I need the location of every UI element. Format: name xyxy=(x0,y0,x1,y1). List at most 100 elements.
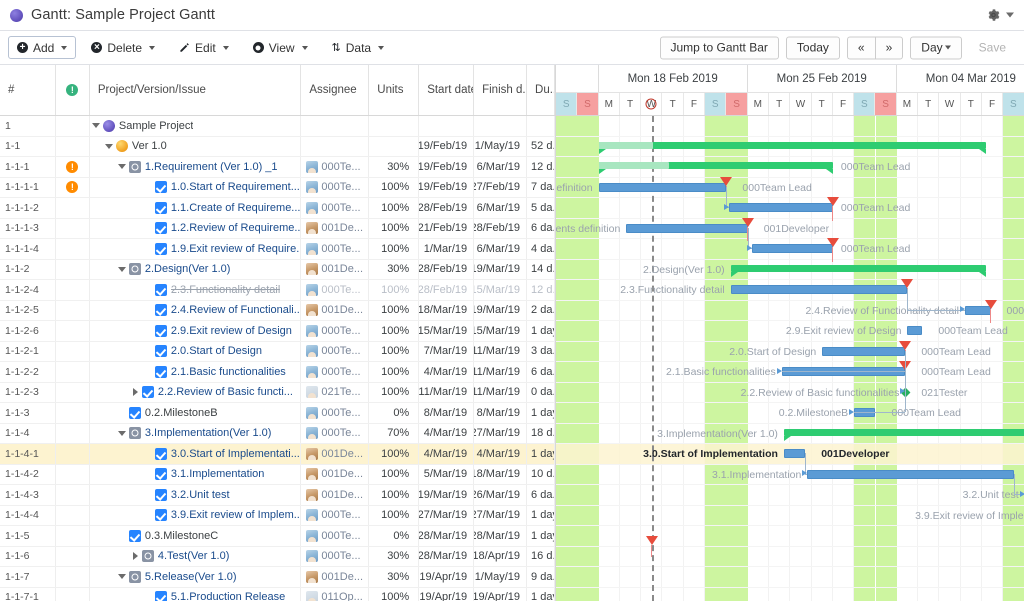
table-row[interactable]: 1-1-1-4 1.9.Exit review of Require... 000T… xyxy=(0,239,555,260)
gantt-row[interactable] xyxy=(556,588,1024,601)
scale-select[interactable]: Day xyxy=(910,36,962,59)
gantt-row[interactable] xyxy=(556,547,1024,567)
row-name-cell[interactable]: 5.1.Production Release xyxy=(90,587,302,601)
gantt-task-bar[interactable] xyxy=(822,346,906,356)
table-row[interactable]: 1-1-7-1 5.1.Production Release 011Op... 100… xyxy=(0,587,555,601)
milestone-marker[interactable] xyxy=(901,279,914,288)
gantt-row[interactable] xyxy=(556,526,1024,547)
row-name-cell[interactable]: 2.4.Review of Functionali... xyxy=(90,300,302,320)
column-header-num[interactable]: # xyxy=(0,65,56,115)
column-header-finish-date[interactable]: Finish d... xyxy=(474,65,528,115)
edit-button[interactable]: Edit xyxy=(170,36,238,59)
view-button[interactable]: View xyxy=(243,36,317,59)
table-row[interactable]: 1-1-2-4 2.3.Functionality detail 000Te... 1… xyxy=(0,280,555,301)
row-name-cell[interactable]: 3.Implementation(Ver 1.0) xyxy=(90,423,302,443)
row-name-cell[interactable]: 2.1.Basic functionalities xyxy=(90,362,302,382)
gantt-task-bar[interactable] xyxy=(730,285,908,294)
table-row[interactable]: 1-1-6 4.Test(Ver 1.0) 000Te... 30% 28/Mar/19… xyxy=(0,546,555,567)
gantt-summary-bar[interactable] xyxy=(598,162,834,174)
milestone-marker[interactable] xyxy=(826,238,839,247)
gantt-summary-bar[interactable] xyxy=(783,428,1024,441)
gantt-summary-bar[interactable] xyxy=(598,141,987,154)
scroll-prev-button[interactable]: « xyxy=(846,36,875,59)
table-row[interactable]: 1-1-4-2 3.1.Implementation 001De... 100% 5/M… xyxy=(0,464,555,485)
row-name-cell[interactable]: 2.3.Functionality detail xyxy=(90,280,302,300)
milestone-marker[interactable] xyxy=(720,176,733,186)
delete-button[interactable]: Delete xyxy=(82,36,165,59)
chevron-down-icon[interactable] xyxy=(1006,12,1014,18)
gantt-task-bar[interactable] xyxy=(751,244,833,253)
row-name-cell[interactable]: 3.9.Exit review of Implem... xyxy=(90,505,302,525)
column-header-units[interactable]: Units xyxy=(369,65,420,115)
table-row[interactable]: 1-1-4-3 3.2.Unit test 001De... 100% 19/Mar/1… xyxy=(0,485,555,506)
gantt-task-bar[interactable] xyxy=(907,326,923,335)
gantt-task-bar[interactable] xyxy=(783,449,806,458)
row-name-cell[interactable]: 0.2.MilestoneB xyxy=(90,403,302,423)
row-name-cell[interactable]: 2.2.Review of Basic functi... xyxy=(90,382,302,402)
gear-icon[interactable] xyxy=(987,9,1000,22)
row-name-cell[interactable]: 2.0.Start of Design xyxy=(90,341,302,361)
table-row[interactable]: 1-1-4-4 3.9.Exit review of Implem... 000Te… xyxy=(0,505,555,526)
gantt-row[interactable] xyxy=(556,485,1024,506)
gantt-row[interactable] xyxy=(556,567,1024,588)
column-header-duration[interactable]: Du... xyxy=(527,65,555,115)
milestone-marker[interactable] xyxy=(826,197,839,206)
collapse-toggle-icon[interactable] xyxy=(118,164,127,170)
table-row[interactable]: 1-1-2-5 2.4.Review of Functionali... 001De… xyxy=(0,300,555,321)
row-name-cell[interactable]: 1.Requirement (Ver 1.0) _1 xyxy=(90,157,302,177)
table-row[interactable]: 1-1-7 5.Release(Ver 1.0) 001De... 30% 19/Apr… xyxy=(0,567,555,588)
expand-toggle-icon[interactable] xyxy=(132,552,138,561)
milestone-marker[interactable] xyxy=(899,340,912,350)
row-name-cell[interactable]: 0.3.MilestoneC xyxy=(90,526,302,546)
collapse-toggle-icon[interactable] xyxy=(118,266,127,272)
collapse-toggle-icon[interactable] xyxy=(118,430,127,436)
collapse-toggle-icon[interactable] xyxy=(105,143,114,149)
row-name-cell[interactable]: Ver 1.0 xyxy=(90,136,302,156)
save-button[interactable]: Save xyxy=(969,36,1016,59)
milestone-marker[interactable] xyxy=(984,299,997,309)
milestone-marker[interactable] xyxy=(645,536,658,545)
table-row[interactable]: 1-1-2-1 2.0.Start of Design 000Te... 100% 7/… xyxy=(0,341,555,362)
gantt-row[interactable] xyxy=(556,116,1024,137)
data-button[interactable]: ⇅ Data xyxy=(322,36,394,59)
row-name-cell[interactable]: 1.1.Create of Requireme... xyxy=(90,198,302,218)
row-name-cell[interactable]: 3.0.Start of Implementati... xyxy=(90,444,302,464)
gantt-chart-body[interactable]: 000Team Lead 1.0.Start of Requirements de… xyxy=(556,116,1024,601)
column-header-name[interactable]: Project/Version/Issue xyxy=(90,65,302,115)
table-row[interactable]: 1-1 Ver 1.0 19/Feb/191/May/1952 d.. xyxy=(0,136,555,157)
table-row[interactable]: 1-1-1-2 1.1.Create of Requireme... 000Te..… xyxy=(0,198,555,219)
table-row[interactable]: 1-1-1-3 1.2.Review of Requireme... 001De..… xyxy=(0,218,555,239)
expand-toggle-icon[interactable] xyxy=(132,388,138,397)
row-name-cell[interactable]: Sample Project xyxy=(90,116,302,136)
table-row[interactable]: 1-1-1! 1.Requirement (Ver 1.0) _1 000Te...… xyxy=(0,157,555,178)
table-row[interactable]: 1-1-5 0.3.MilestoneC 000Te... 0% 28/Mar/19 28… xyxy=(0,526,555,547)
row-name-cell[interactable]: 4.Test(Ver 1.0) xyxy=(90,546,302,566)
gantt-pane[interactable]: Mon 18 Feb 2019 Mon 25 Feb 2019 Mon 04 Mar… xyxy=(556,65,1024,601)
gantt-task-bar[interactable] xyxy=(598,182,727,192)
scroll-next-button[interactable]: » xyxy=(874,36,904,59)
row-name-cell[interactable]: 2.Design(Ver 1.0) xyxy=(90,259,302,279)
jump-to-gantt-bar-button[interactable]: Jump to Gantt Bar xyxy=(659,36,779,59)
row-name-cell[interactable]: 1.9.Exit review of Require... xyxy=(90,239,302,259)
table-row[interactable]: 1-1-2 2.Design(Ver 1.0) 001De... 30% 28/Feb/… xyxy=(0,259,555,280)
table-row[interactable]: 1-1-2-3 2.2.Review of Basic functi... 021T… xyxy=(0,382,555,403)
table-row[interactable]: 1-1-1-1! 1.0.Start of Requirement... 000Te… xyxy=(0,177,555,198)
collapse-toggle-icon[interactable] xyxy=(118,574,127,580)
table-row[interactable]: 1-1-2-2 2.1.Basic functionalities 000Te...… xyxy=(0,362,555,383)
table-row[interactable]: 1 Sample Project xyxy=(0,116,555,137)
today-button[interactable]: Today xyxy=(785,36,840,59)
row-name-cell[interactable]: 3.2.Unit test xyxy=(90,485,302,505)
row-name-cell[interactable]: 5.Release(Ver 1.0) xyxy=(90,567,302,587)
table-row[interactable]: 1-1-3 0.2.MilestoneB 000Te... 0% 8/Mar/19 8/M… xyxy=(0,403,555,424)
gantt-task-bar[interactable] xyxy=(728,203,833,212)
add-button[interactable]: Add xyxy=(8,36,77,59)
gantt-task-bar[interactable] xyxy=(626,223,748,233)
collapse-toggle-icon[interactable] xyxy=(92,123,101,129)
table-row[interactable]: 1-1-4-1 3.0.Start of Implementati... 001De… xyxy=(0,444,555,465)
row-name-cell[interactable]: 2.9.Exit review of Design xyxy=(90,321,302,341)
gantt-task-bar[interactable] xyxy=(807,469,1014,479)
row-name-cell[interactable]: 1.2.Review of Requireme... xyxy=(90,218,302,238)
column-header-flag[interactable]: ! xyxy=(56,65,90,115)
row-name-cell[interactable]: 1.0.Start of Requirement... xyxy=(90,177,302,197)
settings-menu[interactable] xyxy=(987,9,1014,22)
